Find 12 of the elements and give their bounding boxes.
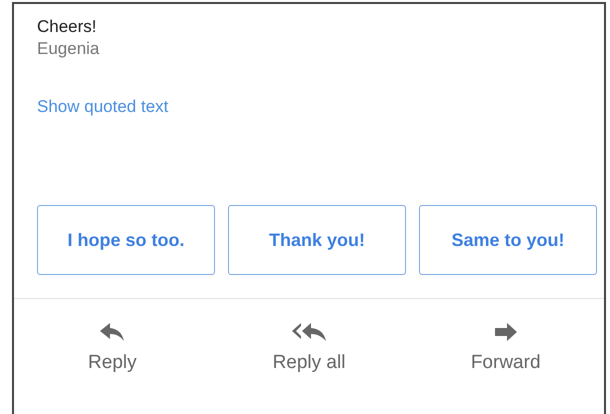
- closing-text: Cheers!: [37, 16, 98, 38]
- smart-reply-button[interactable]: I hope so too.: [37, 205, 215, 275]
- forward-icon: [494, 322, 518, 342]
- show-quoted-link[interactable]: Show quoted text: [37, 96, 168, 118]
- smart-reply-button[interactable]: Same to you!: [419, 205, 597, 275]
- reply-all-button[interactable]: Reply all: [210, 321, 408, 375]
- reply-icon: [99, 322, 126, 342]
- signature-text: Eugenia: [37, 38, 100, 60]
- reply-button[interactable]: Reply: [14, 321, 211, 375]
- forward-button[interactable]: Forward: [407, 321, 604, 375]
- smart-reply-button[interactable]: Thank you!: [228, 205, 406, 275]
- reply-all-icon: [291, 322, 327, 342]
